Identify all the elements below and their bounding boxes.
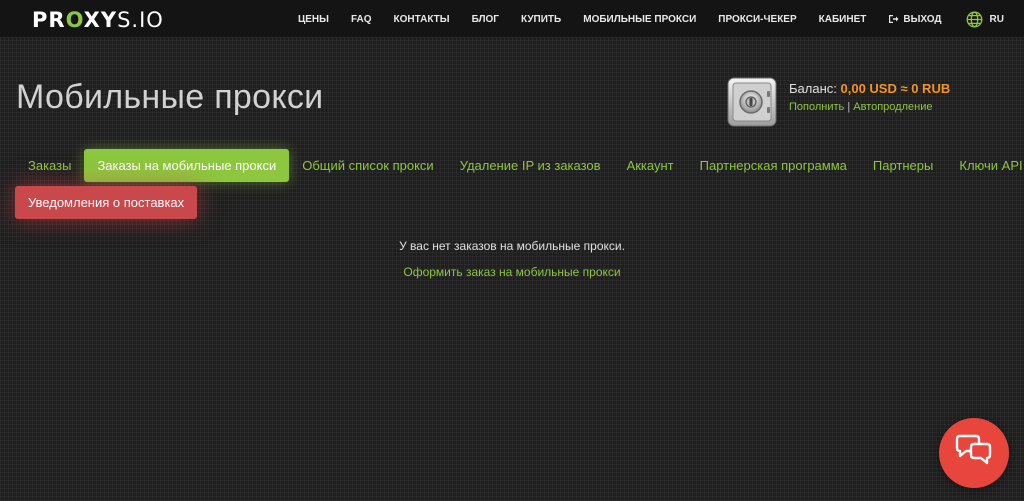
balance-separator: | <box>847 101 851 113</box>
safe-icon <box>727 77 777 127</box>
nav-blog[interactable]: БЛОГ <box>472 14 499 25</box>
chat-bubbles-icon <box>954 434 994 473</box>
page-title: Мобильные прокси <box>16 78 324 116</box>
topup-link[interactable]: Пополнить <box>789 101 844 113</box>
tab-proxy-list[interactable]: Общий список прокси <box>289 149 446 182</box>
tab-api-keys[interactable]: Ключи API <box>946 149 1024 182</box>
nav-prices[interactable]: ЦЕНЫ <box>298 14 329 25</box>
top-navbar: PROXYS.IO ЦЕНЫ FAQ КОНТАКТЫ БЛОГ КУПИТЬ … <box>0 0 1024 38</box>
empty-orders-message: У вас нет заказов на мобильные прокси. <box>399 239 625 253</box>
order-link-row: Оформить заказ на мобильные прокси <box>0 265 1024 279</box>
main-nav: ЦЕНЫ FAQ КОНТАКТЫ БЛОГ КУПИТЬ МОБИЛЬНЫЕ … <box>276 0 1004 38</box>
language-selector[interactable]: RU <box>966 11 1004 28</box>
nav-buy[interactable]: КУПИТЬ <box>521 14 561 25</box>
cabinet-tabs: Заказы Заказы на мобильные прокси Общий … <box>15 149 1023 182</box>
nav-proxy-checker[interactable]: ПРОКСИ-ЧЕКЕР <box>718 14 796 25</box>
balance-links: Пополнить | Автопродление <box>789 101 932 113</box>
logout-icon <box>888 14 899 24</box>
chat-button[interactable] <box>939 418 1009 488</box>
tab-affiliate-program[interactable]: Партнерская программа <box>687 149 860 182</box>
tab-mobile-orders[interactable]: Заказы на мобильные прокси <box>84 149 290 182</box>
nav-contacts[interactable]: КОНТАКТЫ <box>394 14 450 25</box>
tab-supply-notifications[interactable]: Уведомления о поставках <box>15 186 198 219</box>
balance-amount: 0,00 USD ≈ 0 RUB <box>840 81 951 96</box>
nav-logout-label: ВЫХОД <box>903 13 942 25</box>
tab-partners[interactable]: Партнеры <box>860 149 946 182</box>
tab-orders[interactable]: Заказы <box>15 149 84 182</box>
nav-logout[interactable]: ВЫХОД <box>888 13 942 25</box>
balance-display: Баланс: 0,00 USD ≈ 0 RUB <box>789 81 950 96</box>
nav-faq[interactable]: FAQ <box>351 14 372 25</box>
autorenew-link[interactable]: Автопродление <box>853 101 932 113</box>
nav-mobile-proxy[interactable]: МОБИЛЬНЫЕ ПРОКСИ <box>583 14 696 25</box>
tab-account[interactable]: Аккаунт <box>614 149 687 182</box>
site-logo[interactable]: PROXYS.IO <box>32 9 164 31</box>
globe-icon <box>966 11 983 28</box>
tab-ip-removal[interactable]: Удаление IP из заказов <box>447 149 614 182</box>
nav-cabinet[interactable]: КАБИНЕТ <box>819 14 867 25</box>
balance-label: Баланс: <box>789 81 837 96</box>
order-mobile-proxy-link[interactable]: Оформить заказ на мобильные прокси <box>403 265 620 279</box>
language-label: RU <box>989 13 1004 25</box>
